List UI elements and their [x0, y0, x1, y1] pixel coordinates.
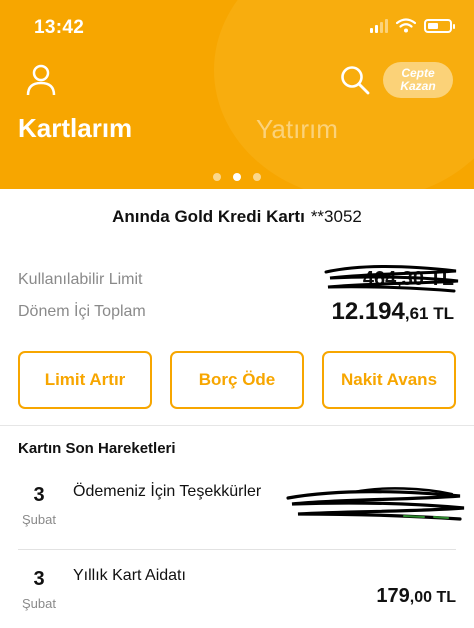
transaction-month: Şubat [22, 596, 56, 611]
available-limit-label: Kullanılabilir Limit [18, 271, 143, 288]
card-number: **3052 [310, 207, 362, 226]
app-header: 13:42 Cepte Kazan Kartlarım Yatırım [0, 0, 474, 189]
transaction-description: Ödemeniz İçin Teşekkürler [73, 483, 262, 500]
card-name: Anında Gold Kredi Kartı [112, 207, 305, 226]
card-title: Anında Gold Kredi Kartı **3052 [0, 207, 474, 227]
user-icon[interactable] [26, 64, 56, 96]
page-indicator [0, 173, 474, 181]
page-dot[interactable] [253, 173, 261, 181]
cepte-kazan-line2: Kazan [400, 79, 436, 93]
redaction-scribble [286, 487, 465, 521]
transaction-month: Şubat [22, 512, 56, 527]
available-limit-value: 464,30 TL [362, 268, 454, 290]
action-buttons: Limit Artır Borç Öde Nakit Avans [18, 351, 456, 409]
cepte-kazan-button[interactable]: Cepte Kazan [383, 62, 453, 98]
status-icons [370, 18, 455, 33]
period-total-main: 12.194 [331, 298, 405, 325]
transaction-divider [18, 549, 456, 550]
transaction-day: 3 [33, 484, 45, 506]
transaction-amount: 179,00 TL [376, 585, 456, 608]
battery-icon [424, 18, 455, 33]
signal-icon [370, 18, 388, 33]
period-total-label: Dönem İçi Toplam [18, 303, 146, 320]
search-icon[interactable] [340, 65, 370, 95]
status-time: 13:42 [34, 17, 85, 38]
borc-ode-button[interactable]: Borç Öde [170, 351, 304, 409]
period-total-decimal: ,61 TL [404, 304, 454, 323]
nakit-avans-button[interactable]: Nakit Avans [322, 351, 456, 409]
tab-yatirim[interactable]: Yatırım [256, 114, 338, 145]
transaction-day: 3 [33, 568, 45, 590]
wifi-icon [396, 18, 416, 33]
transaction-amount-decimal: ,00 TL [409, 589, 456, 606]
page-dot[interactable] [213, 173, 221, 181]
limit-artir-button[interactable]: Limit Artır [18, 351, 152, 409]
transactions-title: Kartın Son Hareketleri [18, 440, 176, 457]
transaction-description: Yıllık Kart Aidatı [73, 567, 186, 584]
period-total-value: 12.194,61 TL [331, 298, 454, 326]
tab-kartlarim[interactable]: Kartlarım [18, 113, 132, 144]
section-divider [0, 425, 474, 426]
transaction-amount-main: 179 [376, 585, 410, 607]
page-dot-active[interactable] [233, 173, 241, 181]
